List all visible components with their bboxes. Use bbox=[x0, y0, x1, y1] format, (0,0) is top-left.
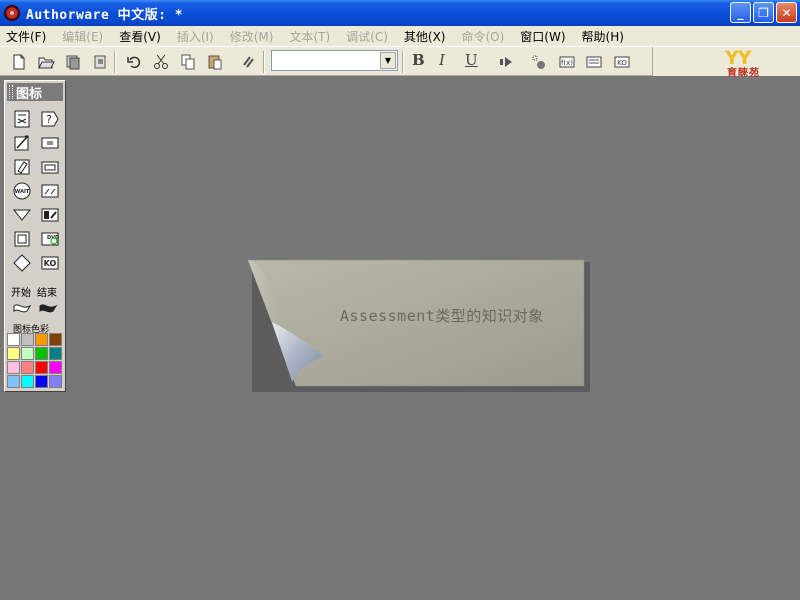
variables-window-icon[interactable] bbox=[583, 52, 605, 72]
color-swatch[interactable] bbox=[21, 375, 34, 388]
title-bar: Authorware 中文版: * _ ❐ ✕ bbox=[0, 0, 800, 26]
color-swatch[interactable] bbox=[35, 361, 48, 374]
run-icon[interactable] bbox=[495, 52, 517, 72]
color-swatch[interactable] bbox=[49, 347, 62, 360]
color-swatch[interactable] bbox=[21, 347, 34, 360]
color-swatch[interactable] bbox=[7, 375, 20, 388]
color-swatch[interactable] bbox=[7, 361, 20, 374]
color-swatch[interactable] bbox=[21, 333, 34, 346]
svg-text:WAIT: WAIT bbox=[15, 189, 30, 195]
font-combo-box[interactable]: ▼ bbox=[271, 50, 398, 71]
open-folder-icon[interactable] bbox=[35, 52, 57, 72]
color-swatch[interactable] bbox=[7, 347, 20, 360]
menu-window[interactable]: 窗口(W) bbox=[516, 28, 569, 45]
minimize-button[interactable]: _ bbox=[730, 2, 751, 23]
color-swatch[interactable] bbox=[49, 361, 62, 374]
save-all-icon[interactable] bbox=[62, 52, 84, 72]
color-swatch[interactable] bbox=[49, 333, 62, 346]
menu-insert[interactable]: 插入(I) bbox=[173, 28, 218, 45]
sound-icon[interactable] bbox=[11, 253, 33, 273]
map-icon[interactable] bbox=[39, 157, 61, 177]
palette-header[interactable]: 图标 bbox=[7, 83, 63, 102]
motion-icon[interactable] bbox=[11, 133, 33, 153]
movie-icon[interactable] bbox=[39, 205, 61, 225]
new-file-icon[interactable] bbox=[8, 52, 30, 72]
restore-button[interactable]: ❐ bbox=[753, 2, 774, 23]
authorware-app-icon[interactable] bbox=[4, 5, 20, 21]
display-icon[interactable] bbox=[11, 109, 33, 129]
icon-palette: 图标 ? WAIT KO 开始 结束 图标色彩 bbox=[4, 80, 66, 392]
stop-flag-icon[interactable] bbox=[37, 297, 59, 317]
brand-logo: YY 育睞苑 bbox=[652, 47, 800, 79]
bold-button[interactable]: B bbox=[412, 51, 425, 69]
menu-debug[interactable]: 调试(C) bbox=[342, 28, 392, 45]
svg-text:KO: KO bbox=[617, 59, 627, 67]
color-swatch[interactable] bbox=[35, 347, 48, 360]
control-panel-icon[interactable] bbox=[528, 52, 550, 72]
copy-icon[interactable] bbox=[177, 52, 199, 72]
ko-icon[interactable]: KO bbox=[39, 253, 61, 273]
color-swatch[interactable] bbox=[35, 333, 48, 346]
color-swatch[interactable] bbox=[35, 375, 48, 388]
paste-icon[interactable] bbox=[204, 52, 226, 72]
interaction-icon[interactable]: ? bbox=[39, 109, 61, 129]
start-flag-icon[interactable] bbox=[11, 297, 33, 317]
menu-bar: 文件(F) 编辑(E) 查看(V) 插入(I) 修改(M) 文本(T) 调试(C… bbox=[0, 26, 800, 46]
dvd-icon[interactable]: DVD bbox=[39, 229, 61, 249]
menu-edit[interactable]: 编辑(E) bbox=[58, 28, 107, 45]
knowledge-objects-icon[interactable]: KO bbox=[611, 52, 633, 72]
navigate-icon[interactable] bbox=[39, 181, 61, 201]
grip-icon[interactable] bbox=[9, 85, 13, 99]
menu-help[interactable]: 帮助(H) bbox=[578, 28, 628, 45]
svg-text:?: ? bbox=[46, 113, 52, 126]
svg-text:f(x): f(x) bbox=[561, 59, 573, 67]
window-title: Authorware 中文版: * bbox=[26, 7, 184, 23]
menu-text[interactable]: 文本(T) bbox=[285, 28, 334, 45]
icon-color-swatches bbox=[7, 333, 62, 388]
undo-icon[interactable] bbox=[123, 52, 145, 72]
chevron-down-icon[interactable]: ▼ bbox=[380, 52, 396, 69]
menu-file[interactable]: 文件(F) bbox=[2, 28, 50, 45]
palette-title: 图标 bbox=[16, 86, 43, 102]
import-icon[interactable] bbox=[89, 52, 111, 72]
menu-modify[interactable]: 修改(M) bbox=[226, 28, 278, 45]
wait-icon[interactable]: WAIT bbox=[11, 181, 33, 201]
underline-button[interactable]: U bbox=[465, 51, 478, 69]
cut-icon[interactable] bbox=[150, 52, 172, 72]
calculation-icon[interactable] bbox=[39, 133, 61, 153]
close-button[interactable]: ✕ bbox=[776, 2, 797, 23]
menu-commands[interactable]: 命令(O) bbox=[457, 28, 508, 45]
find-icon[interactable] bbox=[238, 52, 260, 72]
framework-icon[interactable] bbox=[11, 229, 33, 249]
color-swatch[interactable] bbox=[7, 333, 20, 346]
decision-icon[interactable] bbox=[11, 205, 33, 225]
menu-xtras[interactable]: 其他(X) bbox=[400, 28, 450, 45]
italic-button[interactable]: I bbox=[439, 51, 445, 69]
knowledge-object-caption: Assessment类型的知识对象 bbox=[340, 307, 544, 325]
functions-window-icon[interactable]: f(x) bbox=[556, 52, 578, 72]
color-swatch[interactable] bbox=[49, 375, 62, 388]
menu-view[interactable]: 查看(V) bbox=[115, 28, 165, 45]
svg-text:KO: KO bbox=[44, 259, 57, 268]
erase-icon[interactable] bbox=[11, 157, 33, 177]
color-swatch[interactable] bbox=[21, 361, 34, 374]
